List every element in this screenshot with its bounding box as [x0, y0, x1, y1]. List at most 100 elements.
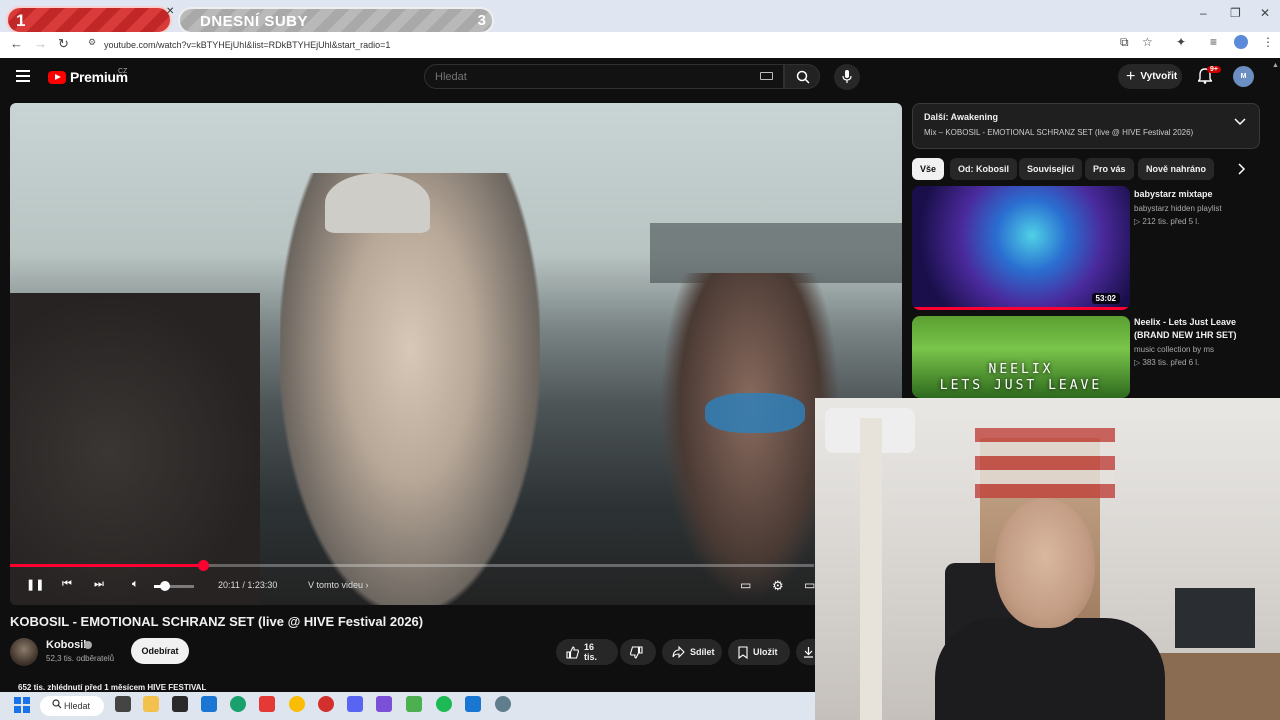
video-player[interactable]	[10, 103, 902, 605]
close-window-icon[interactable]: ✕	[1260, 6, 1270, 20]
recommendation-meta: ▷ 212 tis. před 5 l.	[1134, 217, 1200, 226]
task-view-icon[interactable]	[115, 696, 131, 712]
youtube-premium-logo[interactable]: Premium	[48, 69, 128, 85]
search-button[interactable]	[784, 64, 820, 89]
chip-all[interactable]: Vše	[912, 158, 945, 180]
video-description-stats[interactable]: 652 tis. zhlédnutí před 1 měsícem HIVE F…	[18, 683, 206, 692]
stream-title-banner: DNESNÍ SUBY 3	[178, 7, 494, 34]
video-frame-crowd	[10, 293, 260, 605]
search-input[interactable]	[435, 68, 735, 86]
windows-start-icon[interactable]	[14, 697, 30, 713]
menu-icon[interactable]	[16, 70, 30, 82]
video-frame-detail	[705, 393, 805, 433]
webcam-streamer-body	[935, 618, 1165, 720]
edge-icon[interactable]	[230, 696, 246, 712]
webcam-cat-tree	[860, 418, 882, 720]
discord-icon[interactable]	[347, 696, 363, 712]
miniplayer-icon[interactable]: ▭	[804, 578, 815, 592]
chrome-icon[interactable]	[289, 696, 305, 712]
extensions-icon[interactable]: ✦	[1176, 35, 1186, 49]
settings-icon[interactable]: ⚙	[772, 578, 784, 594]
vivaldi-icon[interactable]	[259, 696, 275, 712]
browser-toolbar: ← → ↻ youtube.com/watch?v=kBTYHEjUhl&lis…	[0, 32, 1280, 58]
chip-related[interactable]: Související	[1019, 158, 1083, 180]
search-box[interactable]	[424, 64, 784, 89]
browser-menu-icon[interactable]: ⋮	[1262, 35, 1274, 49]
chip-from-channel[interactable]: Od: Kobosil	[950, 158, 1017, 180]
file-explorer-icon[interactable]	[143, 696, 159, 712]
video-frame-dancer	[660, 273, 840, 603]
subtitles-icon[interactable]: ▭	[740, 578, 751, 592]
chip-for-you[interactable]: Pro vás	[1085, 158, 1134, 180]
reading-list-icon[interactable]: ≡	[1210, 35, 1217, 49]
stream-counter-left: 1	[6, 6, 172, 34]
like-count: 16 tis.	[584, 642, 598, 662]
keyboard-icon[interactable]	[760, 72, 773, 80]
create-button[interactable]: + Vytvořit	[1118, 64, 1182, 89]
taskbar-search[interactable]: Hledat	[40, 696, 104, 716]
recommendation-thumbnail[interactable]: 53:02	[912, 186, 1130, 310]
video-frame-performer	[280, 173, 540, 605]
channel-name[interactable]: Kobosil	[46, 639, 86, 651]
minimize-icon[interactable]: –	[1200, 6, 1207, 20]
close-tab-icon[interactable]: ✕	[166, 6, 174, 17]
bookmark-star-icon[interactable]: ☆	[1142, 35, 1153, 49]
settings-gear-icon[interactable]	[495, 696, 511, 712]
video-duration: 53:02	[1091, 293, 1120, 304]
chevron-down-icon[interactable]	[1234, 118, 1246, 126]
recommendation-channel: music collection by ms	[1134, 345, 1215, 354]
app-icon[interactable]	[406, 696, 422, 712]
site-info-icon[interactable]: ⚙	[88, 37, 96, 48]
download-button[interactable]	[796, 639, 815, 665]
share-icon	[672, 646, 685, 658]
recommendation-thumbnail[interactable]: NEELIX LETS JUST LEAVE	[912, 316, 1130, 398]
webcam-monitor	[1175, 588, 1255, 648]
scroll-up-icon[interactable]: ▲	[1272, 62, 1279, 69]
previous-icon[interactable]: ⏮	[62, 578, 72, 591]
dislike-button[interactable]	[620, 639, 656, 665]
pause-icon[interactable]: ❚❚	[26, 578, 44, 591]
app-icon[interactable]	[376, 696, 392, 712]
stream-counter-right: 3	[477, 12, 486, 29]
video-progress-handle[interactable]	[197, 560, 209, 571]
spotify-icon[interactable]	[436, 696, 452, 712]
cast-icon[interactable]: ⧉	[1120, 35, 1129, 50]
like-button[interactable]: 16 tis.	[556, 639, 618, 665]
recommendation-title[interactable]: Neelix - Lets Just Leave (BRAND NEW 1HR …	[1134, 316, 1254, 342]
forward-icon[interactable]: →	[34, 36, 47, 51]
playlist-next-title: Další: Awakening	[924, 112, 999, 122]
video-progress-fill	[10, 564, 203, 567]
store-icon[interactable]	[172, 696, 188, 712]
chapters-button[interactable]: V tomto videu ›	[308, 580, 369, 590]
bookmark-icon	[738, 645, 748, 659]
volume-icon[interactable]: 🔈︎	[132, 578, 139, 591]
recommendation-title[interactable]: babystarz mixtape	[1134, 188, 1254, 201]
maximize-icon[interactable]: ❐	[1230, 6, 1241, 20]
volume-handle[interactable]	[160, 581, 170, 591]
share-button[interactable]: Sdílet	[662, 639, 722, 665]
voice-search-button[interactable]	[834, 64, 860, 90]
verified-icon	[84, 641, 92, 649]
chapters-label: V tomto videu	[308, 580, 364, 590]
reload-icon[interactable]: ↻	[58, 36, 69, 52]
subscribe-button[interactable]: Odebírat	[131, 638, 189, 664]
mail-icon[interactable]	[201, 696, 217, 712]
download-icon	[804, 647, 813, 658]
opera-icon[interactable]	[318, 696, 334, 712]
account-avatar[interactable]: M	[1233, 66, 1254, 87]
watched-progress-bar	[912, 307, 1130, 310]
address-bar[interactable]: youtube.com/watch?v=kBTYHEjUhl&list=RDkB…	[84, 35, 1104, 55]
channel-avatar[interactable]	[10, 638, 38, 666]
chip-recently-uploaded[interactable]: Nově nahráno	[1138, 158, 1215, 180]
logo-country: CZ	[118, 68, 128, 75]
webcam-streamer-head	[995, 498, 1095, 628]
chevron-right-icon[interactable]	[1238, 163, 1246, 175]
back-icon[interactable]: ←	[10, 36, 23, 51]
video-frame-cap	[325, 173, 430, 233]
app-icon[interactable]	[465, 696, 481, 712]
video-progress-bar[interactable]	[10, 560, 814, 571]
next-icon[interactable]: ⏭	[94, 578, 104, 591]
mix-playlist-panel[interactable]	[912, 103, 1260, 149]
browser-profile-avatar[interactable]	[1234, 35, 1248, 49]
save-button[interactable]: Uložit	[728, 639, 790, 665]
